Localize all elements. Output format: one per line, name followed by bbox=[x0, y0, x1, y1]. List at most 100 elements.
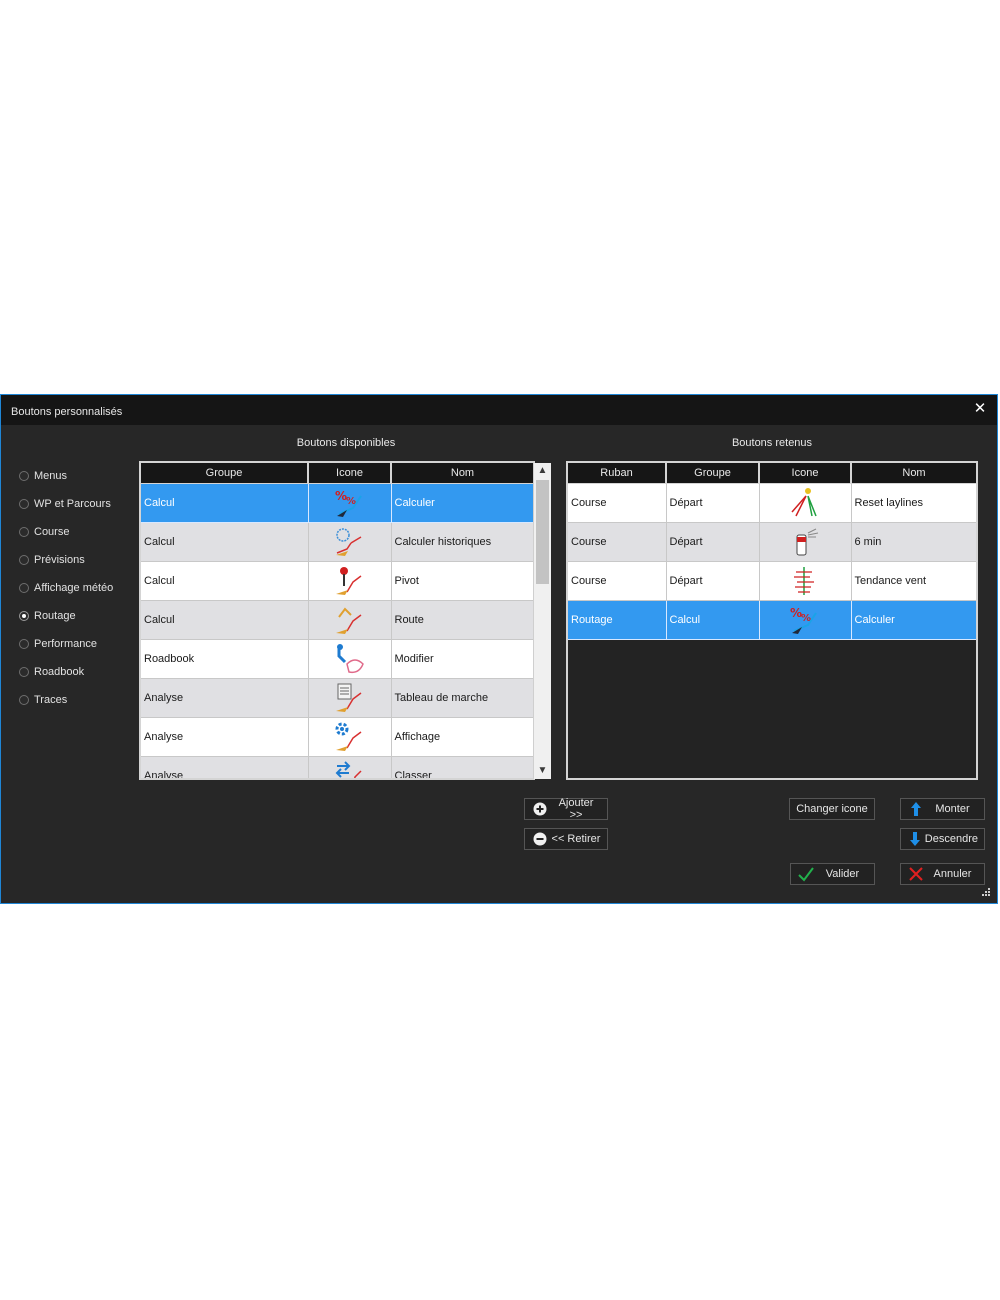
table-row[interactable]: Analyse Classer bbox=[141, 756, 533, 778]
column-header-icone[interactable]: Icone bbox=[308, 463, 392, 484]
cell-nom: Tendance vent bbox=[851, 561, 976, 601]
resize-grip-icon[interactable] bbox=[981, 887, 991, 897]
cell-nom: Affichage bbox=[391, 717, 533, 757]
column-header-nom[interactable]: Nom bbox=[391, 463, 533, 484]
add-button[interactable]: Ajouter >> bbox=[524, 797, 608, 821]
column-header-nom[interactable]: Nom bbox=[851, 463, 976, 484]
radio-affichage-meteo[interactable]: Affichage météo bbox=[19, 574, 113, 602]
title-bar[interactable]: Boutons personnalisés ✕ bbox=[1, 395, 997, 425]
cell-nom: 6 min bbox=[851, 522, 976, 562]
ok-button[interactable]: Valider bbox=[790, 863, 875, 885]
arrow-up-icon bbox=[905, 801, 927, 817]
table-row[interactable]: Calcul % % Calculer bbox=[141, 483, 533, 523]
radio-menus[interactable]: Menus bbox=[19, 462, 113, 490]
radio-button[interactable] bbox=[19, 639, 29, 649]
add-button-label: Ajouter >> bbox=[558, 797, 594, 821]
move-down-button[interactable]: Descendre bbox=[900, 828, 985, 850]
move-up-label: Monter bbox=[935, 803, 970, 815]
radio-roadbook[interactable]: Roadbook bbox=[19, 658, 113, 686]
table-row[interactable]: Routage Calcul % % Calculer bbox=[568, 600, 976, 640]
column-header-icone[interactable]: Icone bbox=[759, 463, 852, 484]
radio-button[interactable] bbox=[19, 583, 29, 593]
table-row[interactable]: Calcul Calculer historiques bbox=[141, 522, 533, 562]
modifier-icon bbox=[336, 644, 364, 674]
table-row[interactable]: Course Départ 6 min bbox=[568, 522, 976, 562]
cell-icon bbox=[759, 522, 852, 562]
move-down-label: Descendre bbox=[924, 833, 978, 845]
radio-performance[interactable]: Performance bbox=[19, 630, 113, 658]
table-row[interactable]: Calcul Pivot bbox=[141, 561, 533, 601]
table-row[interactable]: Calcul Route bbox=[141, 600, 533, 640]
radio-traces[interactable]: Traces bbox=[19, 686, 113, 714]
cell-nom: Route bbox=[391, 600, 533, 640]
cell-groupe: Analyse bbox=[141, 678, 309, 718]
cell-groupe: Calcul bbox=[666, 600, 760, 640]
cell-icon bbox=[308, 678, 392, 718]
cell-groupe: Analyse bbox=[141, 717, 309, 757]
column-header-groupe[interactable]: Groupe bbox=[141, 463, 309, 484]
cell-nom: Calculer bbox=[391, 483, 533, 523]
radio-label: Affichage météo bbox=[34, 582, 114, 594]
move-up-button[interactable]: Monter bbox=[900, 798, 985, 820]
dialog-title: Boutons personnalisés bbox=[11, 406, 123, 418]
radio-label: Prévisions bbox=[34, 554, 85, 566]
cell-icon: % % bbox=[308, 483, 392, 523]
radio-previsions[interactable]: Prévisions bbox=[19, 546, 113, 574]
cell-nom: Calculer bbox=[851, 600, 976, 640]
radio-button[interactable] bbox=[19, 527, 29, 537]
radio-course[interactable]: Course bbox=[19, 518, 113, 546]
cell-groupe: Calcul bbox=[141, 561, 309, 601]
cell-groupe: Roadbook bbox=[141, 639, 309, 679]
cell-ruban: Routage bbox=[568, 600, 667, 640]
calculer-historiques-icon bbox=[335, 528, 361, 556]
radio-button[interactable] bbox=[19, 499, 29, 509]
change-icon-button[interactable]: Changer icone bbox=[789, 798, 875, 820]
table-row[interactable]: Analyse Affichage bbox=[141, 717, 533, 757]
cell-icon bbox=[308, 756, 392, 778]
remove-button-label: << Retirer bbox=[551, 833, 601, 845]
radio-button[interactable] bbox=[19, 695, 29, 705]
close-button[interactable]: ✕ bbox=[969, 398, 991, 420]
cell-nom: Calculer historiques bbox=[391, 522, 533, 562]
cancel-button[interactable]: Annuler bbox=[900, 863, 985, 885]
radio-button[interactable] bbox=[19, 555, 29, 565]
route-icon bbox=[335, 607, 361, 634]
calculer-icon: % % bbox=[335, 489, 362, 517]
scroll-up-arrow[interactable]: ▲ bbox=[534, 463, 551, 479]
radio-button[interactable] bbox=[19, 667, 29, 677]
classer-icon bbox=[335, 761, 362, 778]
plus-circle-icon bbox=[529, 802, 551, 816]
cell-groupe: Calcul bbox=[141, 483, 309, 523]
cell-nom: Pivot bbox=[391, 561, 533, 601]
table-row[interactable]: Course Départ Tendance vent bbox=[568, 561, 976, 601]
remove-button[interactable]: << Retirer bbox=[524, 828, 608, 850]
cell-icon bbox=[308, 561, 392, 601]
scroll-down-arrow[interactable]: ▼ bbox=[534, 763, 551, 779]
cell-groupe: Calcul bbox=[141, 600, 309, 640]
column-header-groupe[interactable]: Groupe bbox=[666, 463, 760, 484]
radio-wp-parcours[interactable]: WP et Parcours bbox=[19, 490, 113, 518]
radio-label: WP et Parcours bbox=[34, 498, 111, 510]
cancel-button-label: Annuler bbox=[933, 868, 972, 880]
radio-routage[interactable]: Routage bbox=[19, 602, 113, 630]
radio-button[interactable] bbox=[19, 471, 29, 481]
cell-icon bbox=[308, 522, 392, 562]
cell-ruban: Course bbox=[568, 561, 667, 601]
table-header-row: Ruban Groupe Icone Nom bbox=[568, 463, 976, 484]
table-row[interactable]: Course Départ Reset laylines bbox=[568, 483, 976, 523]
cell-icon bbox=[308, 639, 392, 679]
radio-button-checked[interactable] bbox=[19, 611, 29, 621]
cell-groupe: Analyse bbox=[141, 756, 309, 778]
arrow-down-icon bbox=[905, 831, 925, 847]
table-header-row: Groupe Icone Nom bbox=[141, 463, 533, 484]
table-row[interactable]: Analyse Tableau de marche bbox=[141, 678, 533, 718]
ribbon-radio-group: Menus WP et Parcours Course Prévisions A… bbox=[19, 462, 113, 714]
scroll-thumb[interactable] bbox=[536, 480, 549, 584]
cell-nom: Reset laylines bbox=[851, 483, 976, 523]
cell-groupe: Départ bbox=[666, 522, 760, 562]
available-buttons-title: Boutons disponibles bbox=[296, 437, 396, 449]
column-header-ruban[interactable]: Ruban bbox=[568, 463, 667, 484]
available-table-scrollbar[interactable]: ▲ ▼ bbox=[533, 463, 551, 779]
table-row[interactable]: Roadbook Modifier bbox=[141, 639, 533, 679]
retained-buttons-table: Ruban Groupe Icone Nom Course Départ Res… bbox=[566, 461, 978, 780]
